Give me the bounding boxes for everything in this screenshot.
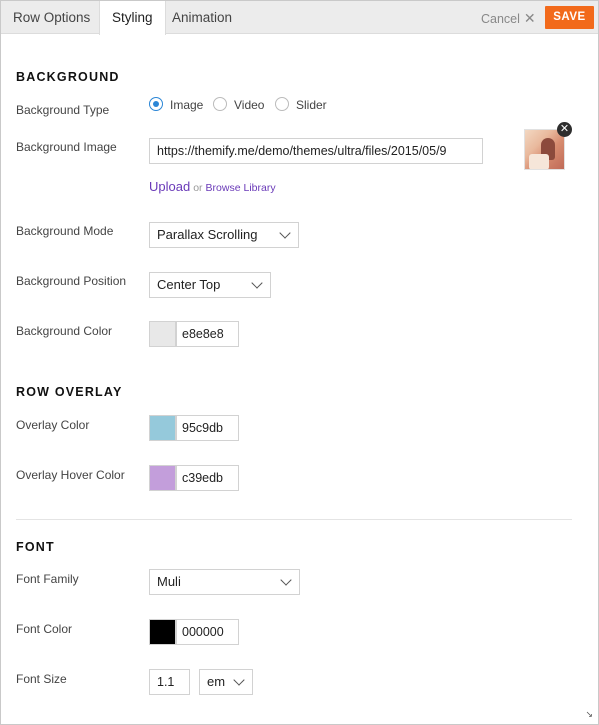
radio-slider[interactable] bbox=[275, 97, 289, 111]
tab-animation[interactable]: Animation bbox=[160, 1, 244, 34]
font-family-select[interactable]: Muli bbox=[149, 569, 300, 595]
background-color-label: Background Color bbox=[16, 324, 113, 338]
font-family-label: Font Family bbox=[16, 572, 79, 586]
cancel-label: Cancel bbox=[481, 12, 520, 26]
font-size-unit-select[interactable]: em bbox=[199, 669, 253, 695]
overlay-color-swatch[interactable] bbox=[149, 415, 176, 441]
background-image-url-input[interactable]: https://themify.me/demo/themes/ultra/fil… bbox=[149, 138, 483, 164]
font-color-input[interactable]: 000000 bbox=[176, 619, 239, 645]
font-heading: FONT bbox=[16, 540, 55, 554]
browse-library-link[interactable]: Browse Library bbox=[206, 182, 276, 194]
close-x-icon: ✕ bbox=[523, 10, 536, 26]
overlay-color-label: Overlay Color bbox=[16, 418, 90, 432]
row-options-panel: Row Options Styling Animation Cancel ✕ SA… bbox=[0, 0, 599, 725]
save-button[interactable]: SAVE bbox=[545, 6, 594, 29]
tab-styling[interactable]: Styling bbox=[99, 1, 166, 35]
overlay-hover-color-swatch[interactable] bbox=[149, 465, 176, 491]
tab-row-options[interactable]: Row Options bbox=[1, 1, 102, 34]
background-image-label: Background Image bbox=[16, 140, 117, 154]
tab-bar: Row Options Styling Animation Cancel ✕ SA… bbox=[1, 1, 598, 35]
upload-link[interactable]: Upload bbox=[149, 179, 190, 194]
font-size-label: Font Size bbox=[16, 672, 67, 686]
section-divider bbox=[16, 519, 572, 520]
cancel-button[interactable]: Cancel ✕ bbox=[481, 1, 536, 34]
font-size-unit-value: em bbox=[207, 674, 226, 689]
font-family-value: Muli bbox=[157, 574, 181, 589]
background-position-label: Background Position bbox=[16, 274, 127, 288]
radio-slider-label[interactable]: Slider bbox=[296, 98, 327, 112]
radio-image[interactable] bbox=[149, 97, 163, 111]
radio-video-label[interactable]: Video bbox=[234, 98, 264, 112]
font-color-swatch[interactable] bbox=[149, 619, 176, 645]
chevron-down-icon bbox=[280, 574, 292, 586]
background-color-swatch[interactable] bbox=[149, 321, 176, 347]
radio-image-label[interactable]: Image bbox=[170, 98, 203, 112]
chevron-down-icon bbox=[251, 277, 263, 289]
background-mode-select[interactable]: Parallax Scrolling bbox=[149, 222, 299, 248]
background-color-input[interactable]: e8e8e8 bbox=[176, 321, 239, 347]
radio-video[interactable] bbox=[213, 97, 227, 111]
background-position-select[interactable]: Center Top bbox=[149, 272, 271, 298]
row-overlay-heading: ROW OVERLAY bbox=[16, 385, 123, 399]
background-mode-label: Background Mode bbox=[16, 224, 114, 238]
overlay-hover-color-label: Overlay Hover Color bbox=[16, 468, 125, 482]
overlay-hover-color-input[interactable]: c39edb bbox=[176, 465, 239, 491]
or-text: or bbox=[193, 182, 203, 194]
background-type-label: Background Type bbox=[16, 103, 110, 117]
upload-links: Upload or Browse Library bbox=[149, 179, 276, 194]
background-position-value: Center Top bbox=[157, 277, 221, 292]
overlay-color-input[interactable]: 95c9db bbox=[176, 415, 239, 441]
font-size-input[interactable]: 1.1 bbox=[149, 669, 190, 695]
chevron-down-icon bbox=[233, 674, 245, 686]
font-color-label: Font Color bbox=[16, 622, 73, 636]
remove-image-icon[interactable]: ✕ bbox=[557, 122, 572, 137]
background-mode-value: Parallax Scrolling bbox=[157, 227, 258, 242]
background-heading: BACKGROUND bbox=[16, 70, 120, 84]
resize-handle-icon[interactable]: ↘ bbox=[585, 709, 593, 720]
chevron-down-icon bbox=[279, 227, 291, 239]
